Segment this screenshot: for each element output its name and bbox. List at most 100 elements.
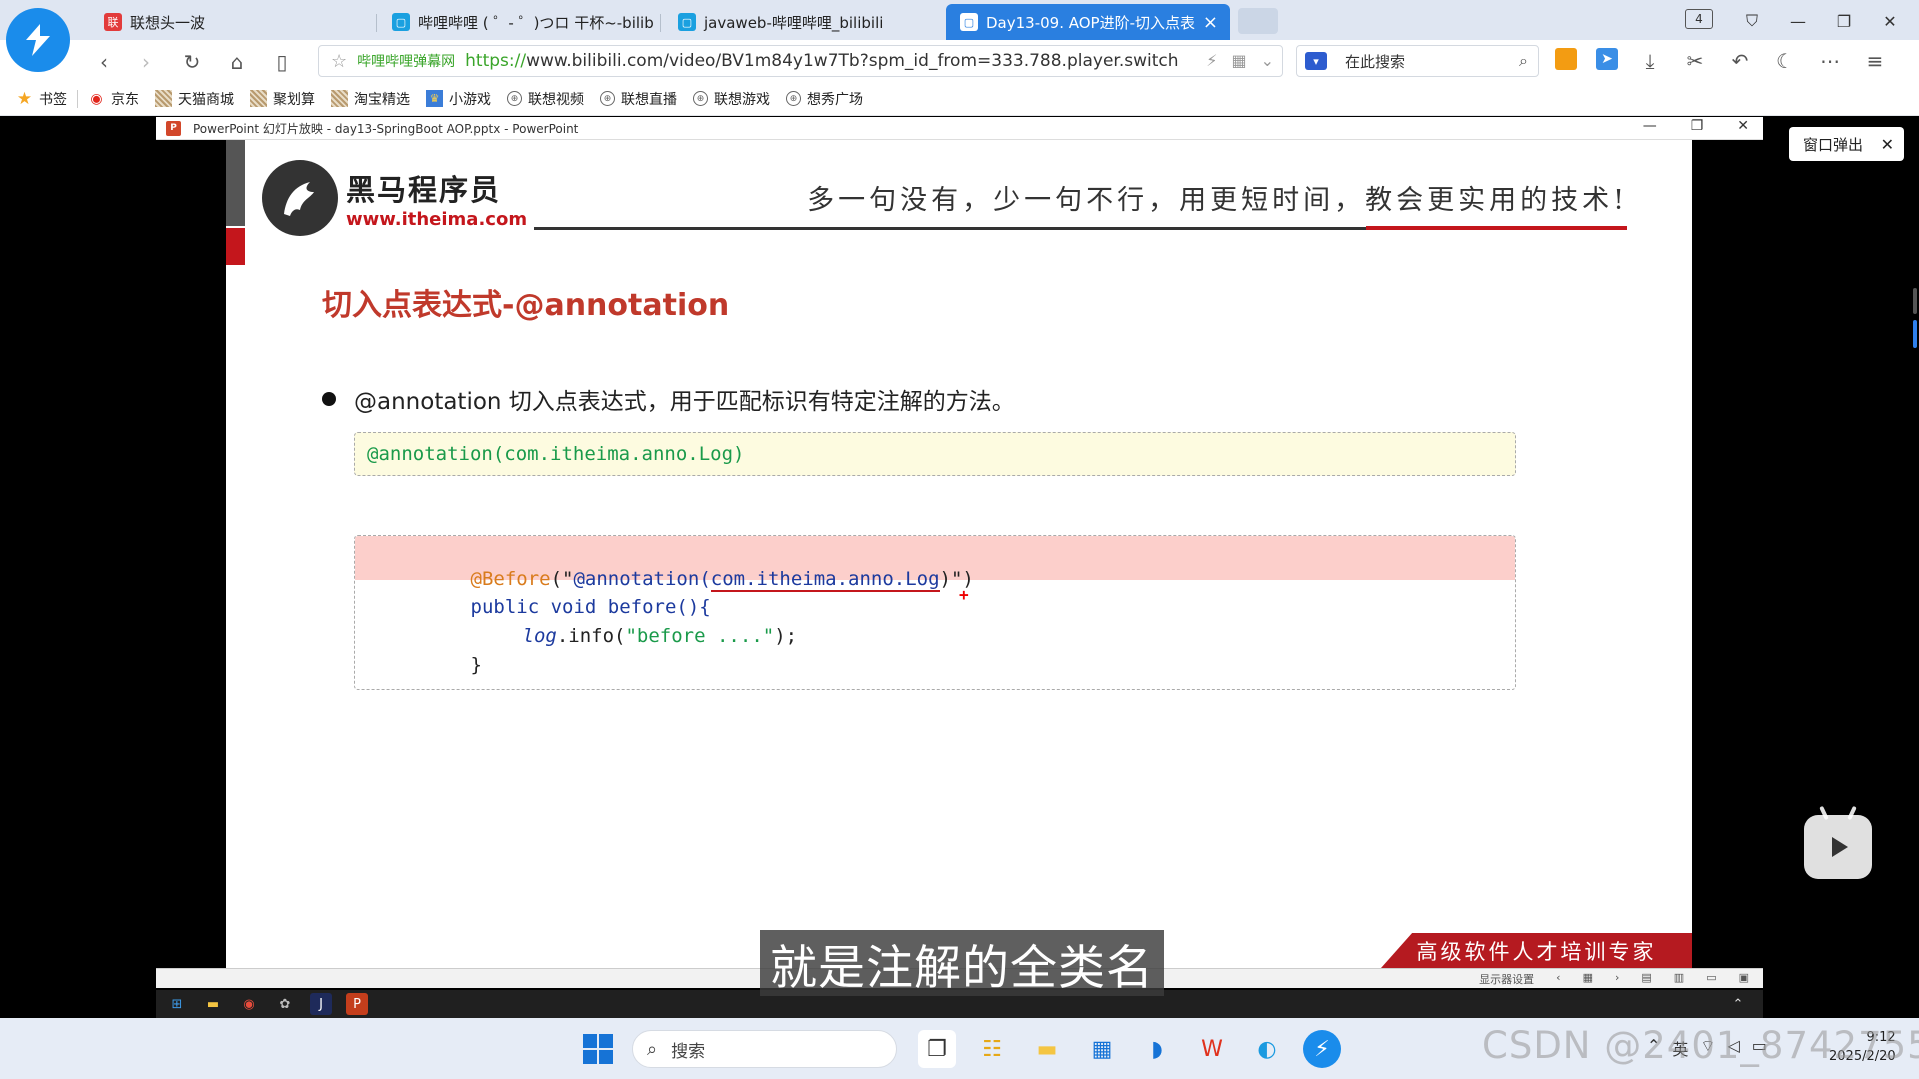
app-icon[interactable]: ☷ [973, 1030, 1011, 1068]
download-icon[interactable]: ⤓ [1637, 48, 1663, 74]
taskbar-search-label: 搜索 [671, 1041, 706, 1062]
chrome-icon: ◉ [243, 996, 255, 1012]
bookmark-label: 联想直播 [621, 91, 677, 108]
slideshow-icon[interactable]: ▣ [1739, 971, 1749, 987]
itheima-logo: 黑马程序员 www.itheima.com [262, 160, 527, 236]
search-placeholder: 在此搜索 [1345, 52, 1406, 71]
tab-active[interactable]: ▢ Day13-09. AOP进阶-切入点表 × [946, 4, 1230, 40]
taskbar-search[interactable]: ⌕ 搜索 [632, 1030, 897, 1068]
close-icon[interactable]: ✕ [1881, 135, 1894, 154]
slide-sorter-icon[interactable]: ▥ [1674, 971, 1684, 987]
search-icon[interactable]: ⌕ [1519, 51, 1528, 71]
edge-icon[interactable]: ◐ [1248, 1030, 1286, 1068]
juhuasuan-icon [250, 90, 267, 107]
tab-2[interactable]: ▢ 哔哩哔哩 ( ゜- ゜)つロ 干杯~-bilib [378, 4, 664, 40]
code-token: "before ...." [625, 625, 775, 647]
windows-start-icon[interactable] [583, 1034, 613, 1064]
globe-icon: ⊕ [786, 91, 801, 106]
code-snippet-example: @Before("@annotation(com.itheima.anno.Lo… [354, 535, 1516, 690]
bookmark-star-icon[interactable]: ☆ [331, 51, 347, 72]
tab-label: Day13-09. AOP进阶-切入点表 [986, 13, 1195, 32]
minimize-icon[interactable]: — [1775, 8, 1821, 34]
display-settings-label[interactable]: 显示器设置 [1479, 971, 1534, 987]
menu-icon[interactable]: ≡ [1862, 48, 1888, 74]
code-token: .info( [556, 625, 626, 647]
task-view-icon[interactable]: ❐ [918, 1030, 956, 1068]
code-token-underlined: com.itheima.anno.Log [710, 568, 940, 592]
extension-icon[interactable] [1555, 48, 1577, 70]
jd-icon: ◉ [90, 90, 103, 107]
search-box[interactable]: ▾ 在此搜索 ⌕ [1296, 45, 1539, 77]
bookmark-item[interactable]: 聚划算 [250, 89, 315, 109]
close-window-icon[interactable]: ✕ [1867, 8, 1913, 34]
bookmark-label: 京东 [111, 91, 139, 108]
chevron-down-icon[interactable]: ⌄ [1261, 51, 1274, 70]
bullet-item: @annotation 切入点表达式，用于匹配标识有特定注解的方法。 [322, 382, 1015, 416]
forward-icon[interactable]: › [134, 50, 158, 74]
logo-url: www.itheima.com [346, 208, 528, 230]
browser-toolbar: ‹ › ↻ ⌂ ▯ ☆ 哔哩哔哩弹幕网 https:// www.bilibil… [0, 40, 1919, 82]
bookmark-item[interactable]: ◉ 京东 [88, 89, 139, 109]
bookmark-item[interactable]: ⊕ 想秀广场 [786, 89, 863, 109]
reading-view-icon[interactable]: ▭ [1706, 971, 1716, 987]
grid-view-icon[interactable]: ▦ [1583, 971, 1593, 987]
powerpoint-icon: P [346, 993, 368, 1015]
send-icon[interactable]: ➤ [1596, 48, 1618, 70]
video-subtitle: 就是注解的全类名 [760, 930, 1164, 996]
popout-button[interactable]: 窗口弹出 ✕ [1789, 127, 1904, 161]
moon-icon[interactable]: ☾ [1772, 48, 1798, 74]
restore-icon[interactable]: ❐ [1821, 8, 1867, 34]
app-icon[interactable]: ◗ [1138, 1030, 1176, 1068]
lenovo-news-icon: 联 [104, 13, 122, 31]
bookmark-item[interactable]: ⊕ 联想直播 [600, 89, 677, 109]
globe-icon: ⊕ [600, 91, 615, 106]
new-tab-button[interactable] [1238, 8, 1278, 34]
search-icon: ⌕ [647, 1038, 658, 1060]
tab-label: javaweb-哔哩哔哩_bilibili [704, 13, 884, 32]
bookmark-item[interactable]: ♛ 小游戏 [426, 89, 491, 109]
bookmark-item[interactable]: ★ 书签 [16, 89, 67, 109]
store-icon[interactable]: ▦ [1083, 1030, 1121, 1068]
more-icon[interactable]: ⋯ [1817, 48, 1843, 74]
star-icon: ★ [16, 88, 33, 109]
bookmark-item[interactable]: 淘宝精选 [331, 89, 410, 109]
lenovo-browser-icon[interactable]: ⚡ [1303, 1030, 1341, 1068]
url-text: www.bilibili.com/video/BV1m84y1w7Tb?spm_… [526, 51, 1179, 71]
ppt-window-title: PowerPoint 幻灯片放映 - day13-SpringBoot AOP.… [193, 121, 579, 136]
home-icon[interactable]: ⌂ [225, 50, 249, 74]
close-icon[interactable]: ✕ [1737, 118, 1749, 134]
address-bar[interactable]: ☆ 哔哩哔哩弹幕网 https:// www.bilibili.com/vide… [318, 45, 1283, 77]
prev-slide-icon[interactable]: ‹ [1556, 971, 1560, 987]
browser-logo-icon [6, 8, 70, 72]
reload-icon[interactable]: ↻ [180, 50, 204, 74]
code-token: log [522, 625, 557, 647]
lightning-icon[interactable]: ⚡ [1206, 51, 1217, 70]
windows-start-icon: ⊞ [171, 996, 183, 1012]
bookmark-item[interactable]: 天猫商城 [155, 89, 234, 109]
bookmark-item[interactable]: ⊕ 联想游戏 [693, 89, 770, 109]
normal-view-icon[interactable]: ▤ [1641, 971, 1651, 987]
popout-label: 窗口弹出 [1803, 135, 1864, 154]
qr-icon[interactable]: ▦ [1231, 51, 1246, 70]
tab-1[interactable]: 联 联想头一波 [90, 4, 380, 40]
intellij-icon: J [310, 993, 332, 1015]
undo-icon[interactable]: ↶ [1727, 48, 1753, 74]
site-label: 哔哩哔哩弹幕网 [357, 54, 456, 70]
wps-icon[interactable]: W [1193, 1030, 1231, 1068]
close-tab-icon[interactable]: × [1203, 12, 1218, 33]
tab-3[interactable]: ▢ javaweb-哔哩哔哩_bilibili [664, 4, 934, 40]
scissors-icon[interactable]: ✂ [1682, 48, 1708, 74]
bookmark-item[interactable]: ⊕ 联想视频 [507, 89, 584, 109]
reader-icon[interactable]: ▯ [270, 50, 294, 74]
restore-icon[interactable]: ❐ [1691, 118, 1704, 134]
bilibili-play-icon[interactable] [1804, 805, 1872, 879]
tab-count-badge[interactable]: 4 [1685, 9, 1713, 29]
file-explorer-icon[interactable]: ▬ [1028, 1030, 1066, 1068]
shirt-icon[interactable]: ⛉ [1729, 8, 1775, 34]
slogan: 多一句没有，少一句不行，用更短时间，教会更实用的技术! [807, 185, 1628, 216]
next-slide-icon[interactable]: › [1615, 971, 1619, 987]
back-icon[interactable]: ‹ [92, 50, 116, 74]
minimize-icon[interactable]: — [1643, 118, 1657, 134]
code-token: ); [774, 625, 798, 647]
bookmark-label: 联想游戏 [714, 91, 770, 108]
